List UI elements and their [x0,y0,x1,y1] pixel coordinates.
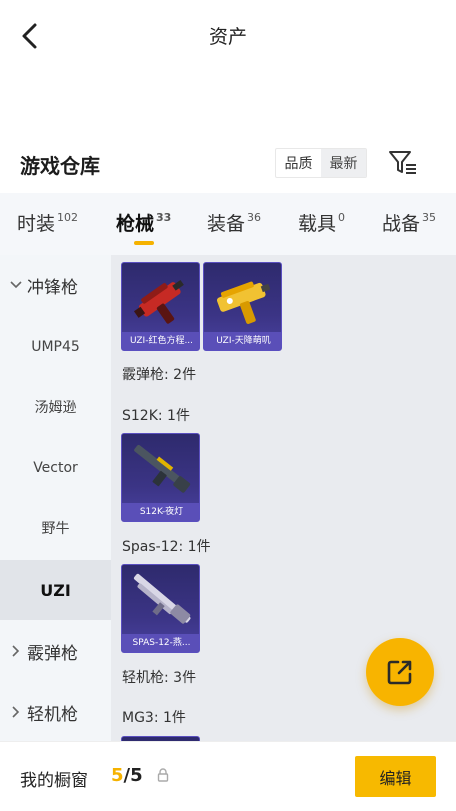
chevron-right-icon [8,704,24,720]
tab-fashion[interactable]: 时装 102 [17,209,78,236]
share-external-icon [387,660,412,685]
tab-equipment[interactable]: 装备 36 [207,209,261,236]
group-title: S12K: 1件 [122,408,190,424]
edit-button[interactable]: 编辑 [355,756,436,797]
item-card-label: SPAS-12-燕... [122,634,199,652]
item-card[interactable]: SPAS-12-燕... [121,564,200,653]
sidebar-item-label: 冲锋枪 [27,277,78,298]
sidebar-item-shotgun[interactable]: 霰弹枪 [0,621,111,681]
tab-firearms[interactable]: 枪械 33 [116,209,171,236]
group-title: 霰弹枪: 2件 [122,367,197,383]
weapon-category-sidebar: 冲锋枪 UMP45 汤姆逊 Vector 野牛 UZI 霰弹枪 轻机枪 [0,255,111,741]
tab-count: 36 [247,211,262,224]
item-card-label: S12K-夜灯 [122,503,199,521]
item-card[interactable]: S12K-夜灯 [121,433,200,522]
chevron-right-icon [8,643,24,659]
showcase-total: 5 [130,765,143,786]
s12k-skin-image [134,444,191,493]
item-card-label: UZI-天降萌叽 [204,332,281,350]
top-bar: 资产 [0,0,456,72]
item-card[interactable]: UZI-红色方程... [121,262,200,351]
item-card[interactable]: UZI-天降萌叽 [203,262,282,351]
sidebar-item-label: Vector [33,460,78,476]
tab-label: 战备 [382,213,421,235]
showcase-current: 5 [111,765,124,786]
tab-supplies[interactable]: 战备 35 [382,209,436,236]
sidebar-item-label: 霰弹枪 [27,643,78,664]
sidebar-item-uzi[interactable]: UZI [0,560,111,620]
uzi-gold-skin-image [216,281,271,324]
sort-toggle: 品质 最新 [275,148,367,178]
sidebar-item-lmg[interactable]: 轻机枪 [0,682,111,741]
tab-count: 0 [338,211,346,224]
uzi-red-skin-image [133,279,184,324]
showcase-bar: 我的橱窗 5/5 编辑 [0,741,456,811]
tab-count: 102 [57,211,79,224]
showcase-count: 5/5 [111,765,143,786]
asset-page: 资产 游戏仓库 品质 最新 时装 102 枪械 33 装备 36 载具 0 战备 35 [0,0,456,811]
chevron-down-icon [8,277,24,293]
sidebar-item-label: UZI [40,580,71,600]
tab-vehicles[interactable]: 载具 0 [298,209,345,236]
group-title: MG3: 1件 [122,710,186,726]
section-title: 游戏仓库 [20,154,100,178]
tab-label: 载具 [298,213,337,235]
tab-label: 装备 [207,213,246,235]
group-title: 轻机枪: 3件 [122,670,197,686]
tab-label: 时装 [17,213,56,235]
lock-icon [157,768,169,782]
sidebar-item-vector[interactable]: Vector [0,438,111,498]
group-title: Spas-12: 1件 [122,539,211,555]
sidebar-item-thompson[interactable]: 汤姆逊 [0,377,111,437]
item-card-label: UZI-红色方程... [122,332,199,350]
share-showcase-button[interactable] [366,638,434,706]
tab-count: 35 [422,211,437,224]
sidebar-item-smg[interactable]: 冲锋枪 [0,255,111,315]
tab-count: 33 [156,211,172,224]
filter-list-icon [389,151,416,174]
filter-button[interactable] [388,150,418,176]
sidebar-item-label: UMP45 [31,339,80,355]
active-tab-indicator [134,241,154,245]
sidebar-item-label: 野牛 [41,521,70,537]
sort-newest-button[interactable]: 最新 [321,149,366,177]
category-tabs: 时装 102 枪械 33 装备 36 载具 0 战备 35 [0,193,456,255]
spas12-skin-image [133,573,191,624]
sidebar-item-label: 汤姆逊 [34,400,77,416]
tab-label: 枪械 [116,213,155,235]
page-title: 资产 [208,26,247,48]
sidebar-item-label: 轻机枪 [27,704,78,725]
showcase-label: 我的橱窗 [20,771,88,791]
sidebar-item-ump45[interactable]: UMP45 [0,317,111,377]
sidebar-item-bison[interactable]: 野牛 [0,498,111,558]
sort-quality-button[interactable]: 品质 [276,149,321,177]
